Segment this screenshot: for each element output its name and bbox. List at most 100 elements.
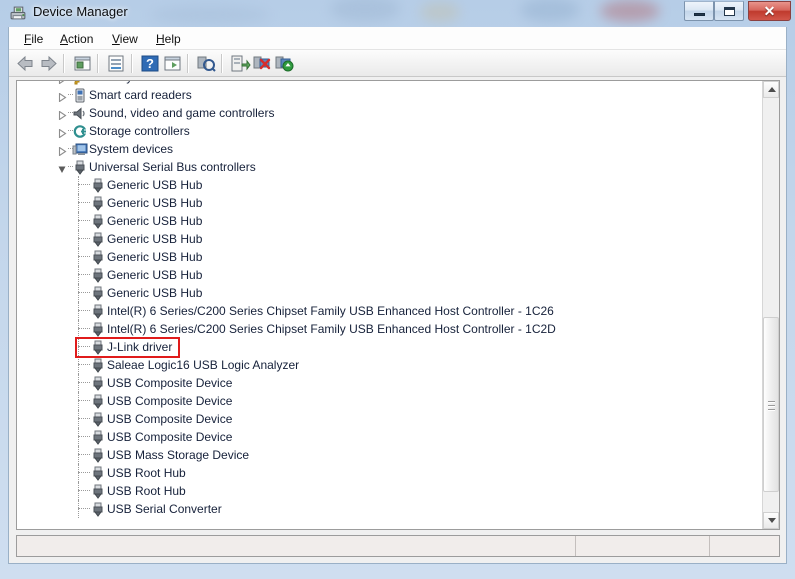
tree-item[interactable]: USB Mass Storage Device (17, 446, 763, 464)
scroll-down-triangle (768, 518, 776, 523)
expand-arrow-closed-icon[interactable] (58, 145, 67, 157)
enable-device-icon[interactable] (273, 53, 295, 74)
usb-icon (90, 268, 106, 283)
tree-item-label: USB Root Hub (107, 484, 186, 498)
tree-connector (78, 454, 90, 456)
tree-connector (78, 274, 90, 276)
client-area: File Action View Help ? Smart card reade… (8, 27, 787, 564)
tree-item[interactable]: J-Link driver (17, 338, 763, 356)
tree-item[interactable]: Universal Serial Bus controllers (17, 158, 763, 176)
usb-icon (90, 340, 106, 355)
system-device-icon (72, 142, 88, 157)
tree-item-label: Generic USB Hub (107, 214, 203, 228)
smart-card-reader-icon (72, 88, 88, 103)
tree-item[interactable]: USB Composite Device (17, 374, 763, 392)
expand-arrow-closed-icon[interactable] (58, 91, 67, 103)
tree-item-label: System devices (89, 142, 174, 156)
tree-item[interactable]: USB Root Hub (17, 464, 763, 482)
tree-item-label: Generic USB Hub (107, 196, 203, 210)
help-icon[interactable]: ? (139, 53, 161, 74)
tree-item[interactable]: USB Serial Converter (17, 500, 763, 518)
tree-item[interactable]: Generic USB Hub (17, 248, 763, 266)
menu-action[interactable]: Action (53, 31, 100, 47)
tree-item[interactable]: Storage controllers (17, 122, 763, 140)
tree-connector (78, 472, 90, 474)
svg-text:?: ? (146, 56, 154, 71)
show-pane-icon[interactable] (161, 53, 183, 74)
tree-item-label: Security Devices (89, 81, 178, 84)
title-bar[interactable]: Device Manager ✕ (0, 0, 795, 27)
device-manager-icon (10, 6, 26, 20)
scroll-thumb-grip (768, 400, 775, 411)
usb-icon (90, 430, 106, 445)
expand-arrow-closed-icon[interactable] (58, 81, 67, 85)
device-tree-viewport: Security Devices Smart card readers Sound,… (17, 81, 763, 529)
expand-arrow-closed-icon[interactable] (58, 127, 67, 139)
usb-icon (90, 196, 106, 211)
toolbar-separator-3 (131, 54, 133, 73)
usb-icon (72, 160, 88, 175)
tree-item[interactable]: System devices (17, 140, 763, 158)
tree-item-label: Sound, video and game controllers (89, 106, 275, 120)
tree-item[interactable]: USB Composite Device (17, 392, 763, 410)
back-icon[interactable] (15, 53, 37, 74)
status-separator-1 (575, 536, 576, 556)
scroll-down-icon[interactable] (763, 512, 779, 529)
minimize-button[interactable] (684, 1, 714, 21)
vertical-scrollbar[interactable] (762, 81, 779, 529)
scroll-thumb[interactable] (763, 317, 779, 492)
toolbar-separator-2 (97, 54, 99, 73)
scroll-up-icon[interactable] (763, 81, 779, 98)
status-separator-2 (709, 536, 710, 556)
tree-item-label: USB Mass Storage Device (107, 448, 250, 462)
properties-icon[interactable] (105, 53, 127, 74)
tree-item-label: Storage controllers (89, 124, 190, 138)
menu-file[interactable]: File (17, 31, 50, 47)
tree-item[interactable]: Generic USB Hub (17, 194, 763, 212)
tree-item[interactable]: Generic USB Hub (17, 284, 763, 302)
tree-connector (78, 382, 90, 384)
expand-arrow-open-icon[interactable] (58, 163, 67, 173)
toolbar-separator-1 (63, 54, 65, 73)
menu-help[interactable]: Help (149, 31, 188, 47)
tree-item-label: Generic USB Hub (107, 250, 203, 264)
device-tree-pane[interactable]: Security Devices Smart card readers Sound,… (16, 80, 780, 530)
expand-arrow-closed-icon[interactable] (58, 109, 67, 121)
toolbar-separator-4 (187, 54, 189, 73)
restore-button[interactable] (714, 1, 744, 21)
tree-item[interactable]: Generic USB Hub (17, 230, 763, 248)
tree-item[interactable]: Generic USB Hub (17, 212, 763, 230)
tree-item[interactable]: USB Composite Device (17, 410, 763, 428)
usb-icon (90, 376, 106, 391)
tree-connector (78, 220, 90, 222)
show-hide-tree-icon[interactable] (71, 53, 93, 74)
tree-item[interactable]: Generic USB Hub (17, 176, 763, 194)
menu-view[interactable]: View (105, 31, 145, 47)
tree-item-label: USB Composite Device (107, 394, 233, 408)
usb-icon (90, 232, 106, 247)
close-button[interactable]: ✕ (748, 1, 791, 21)
tree-item[interactable]: Smart card readers (17, 86, 763, 104)
tree-connector (78, 184, 90, 186)
usb-icon (90, 304, 106, 319)
tree-item-label: USB Composite Device (107, 376, 233, 390)
security-device-icon (72, 81, 88, 85)
close-icon: ✕ (763, 3, 776, 19)
tree-item-label: Generic USB Hub (107, 178, 203, 192)
tree-item-label: USB Serial Converter (107, 502, 222, 516)
tree-connector (78, 202, 90, 204)
uninstall-device-icon[interactable] (251, 53, 273, 74)
tree-item[interactable]: Generic USB Hub (17, 266, 763, 284)
usb-icon (90, 466, 106, 481)
usb-icon (90, 250, 106, 265)
tree-item[interactable]: Intel(R) 6 Series/C200 Series Chipset Fa… (17, 302, 763, 320)
tree-item[interactable]: USB Composite Device (17, 428, 763, 446)
scan-hardware-icon[interactable] (195, 53, 217, 74)
update-driver-icon[interactable] (229, 53, 251, 74)
tree-item[interactable]: Sound, video and game controllers (17, 104, 763, 122)
tree-item[interactable]: Saleae Logic16 USB Logic Analyzer (17, 356, 763, 374)
tree-item[interactable]: USB Root Hub (17, 482, 763, 500)
tree-item[interactable]: Intel(R) 6 Series/C200 Series Chipset Fa… (17, 320, 763, 338)
tree-item-label: Generic USB Hub (107, 232, 203, 246)
forward-icon[interactable] (37, 53, 59, 74)
